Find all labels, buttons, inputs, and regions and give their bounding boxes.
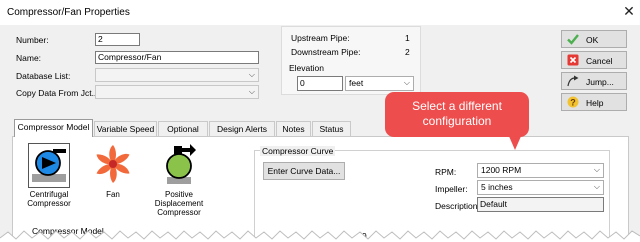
description-field: Default bbox=[477, 197, 604, 212]
positive-displacement-compressor-icon bbox=[166, 144, 196, 184]
fan-icon bbox=[96, 145, 130, 183]
upstream-pipe-label: Upstream Pipe: bbox=[291, 33, 350, 43]
enter-curve-data-button[interactable]: Enter Curve Data... bbox=[263, 162, 345, 180]
callout-line-1: Select a different bbox=[412, 99, 502, 113]
impeller-value: 5 inches bbox=[481, 182, 513, 192]
help-button-label: Help bbox=[586, 98, 604, 108]
description-label: Description: bbox=[435, 201, 480, 211]
fan-option[interactable]: Fan bbox=[90, 143, 136, 199]
svg-text:?: ? bbox=[570, 98, 576, 108]
cancel-icon bbox=[567, 54, 579, 66]
centrifugal-compressor-option[interactable]: Centrifugal Compressor bbox=[24, 143, 74, 208]
tab-design-alerts[interactable]: Design Alerts bbox=[209, 121, 275, 136]
title-bar: Compressor/Fan Properties ✕ bbox=[0, 0, 640, 25]
name-label: Name: bbox=[16, 53, 42, 63]
name-field[interactable]: Compressor/Fan bbox=[95, 51, 259, 64]
copy-data-dropdown[interactable]: ⌵ bbox=[95, 85, 259, 99]
chevron-down-icon: ⌵ bbox=[593, 165, 600, 174]
database-list-dropdown[interactable]: ⌵ bbox=[95, 68, 259, 82]
number-field[interactable]: 2 bbox=[95, 33, 140, 46]
centrifugal-compressor-icon bbox=[28, 143, 70, 188]
fan-label: Fan bbox=[106, 190, 120, 199]
ok-button[interactable]: OK bbox=[561, 30, 627, 48]
downstream-pipe-label: Downstream Pipe: bbox=[291, 47, 361, 57]
positive-displacement-compressor-option[interactable]: Positive Displacement Compressor bbox=[150, 143, 208, 217]
tab-status[interactable]: Status bbox=[312, 121, 351, 136]
rpm-dropdown[interactable]: 1200 RPM ⌵ bbox=[477, 163, 604, 178]
torn-edge-decoration bbox=[0, 230, 640, 242]
tab-compressor-model[interactable]: Compressor Model bbox=[14, 119, 93, 137]
tab-variable-speed[interactable]: Variable Speed bbox=[94, 121, 157, 136]
centrifugal-compressor-label-line1: Centrifugal bbox=[29, 190, 69, 199]
window-title: Compressor/Fan Properties bbox=[7, 7, 130, 18]
number-label: Number: bbox=[16, 35, 49, 45]
jump-button-label: Jump... bbox=[586, 77, 614, 87]
checkmark-icon bbox=[567, 34, 579, 45]
chevron-down-icon: ⌵ bbox=[248, 87, 255, 96]
compressor-fan-properties-window: Compressor/Fan Properties ✕ Number: 2 Na… bbox=[0, 0, 640, 242]
cancel-button[interactable]: Cancel bbox=[561, 51, 627, 69]
chevron-down-icon: ⌵ bbox=[248, 70, 255, 79]
jump-button[interactable]: Jump... bbox=[561, 72, 627, 90]
positive-displacement-label-line2: Displacement bbox=[154, 199, 204, 208]
chevron-down-icon: ⌵ bbox=[593, 182, 600, 191]
select-configuration-callout: Select a different configuration bbox=[385, 92, 529, 137]
help-button[interactable]: ? Help bbox=[561, 93, 627, 111]
impeller-dropdown[interactable]: 5 inches ⌵ bbox=[477, 180, 604, 195]
cancel-button-label: Cancel bbox=[586, 56, 613, 66]
help-icon: ? bbox=[567, 96, 579, 108]
ok-button-label: OK bbox=[586, 35, 599, 45]
positive-displacement-label-line3: Compressor bbox=[157, 208, 201, 217]
close-window-button[interactable]: ✕ bbox=[619, 2, 639, 22]
callout-line-2: configuration bbox=[422, 114, 492, 128]
compressor-curve-title: Compressor Curve bbox=[260, 146, 336, 156]
rpm-label: RPM: bbox=[435, 167, 457, 177]
elevation-label: Elevation bbox=[289, 63, 324, 73]
upstream-pipe-value: 1 bbox=[405, 33, 410, 43]
elevation-unit-dropdown[interactable]: feet ⌵ bbox=[345, 76, 414, 91]
callout-pointer bbox=[508, 134, 522, 150]
elevation-field[interactable]: 0 bbox=[297, 76, 343, 91]
tab-notes[interactable]: Notes bbox=[276, 121, 311, 136]
copy-data-label: Copy Data From Jct... bbox=[16, 88, 99, 98]
impeller-label: Impeller: bbox=[435, 184, 468, 194]
chevron-down-icon: ⌵ bbox=[403, 78, 410, 87]
database-list-label: Database List: bbox=[16, 71, 71, 81]
downstream-pipe-value: 2 bbox=[405, 47, 410, 57]
tab-optional[interactable]: Optional bbox=[158, 121, 208, 136]
jump-icon bbox=[567, 75, 579, 87]
rpm-value: 1200 RPM bbox=[481, 165, 522, 175]
centrifugal-compressor-label-line2: Compressor bbox=[27, 199, 71, 208]
positive-displacement-label-line1: Positive bbox=[164, 190, 193, 199]
elevation-unit-value: feet bbox=[349, 78, 364, 88]
